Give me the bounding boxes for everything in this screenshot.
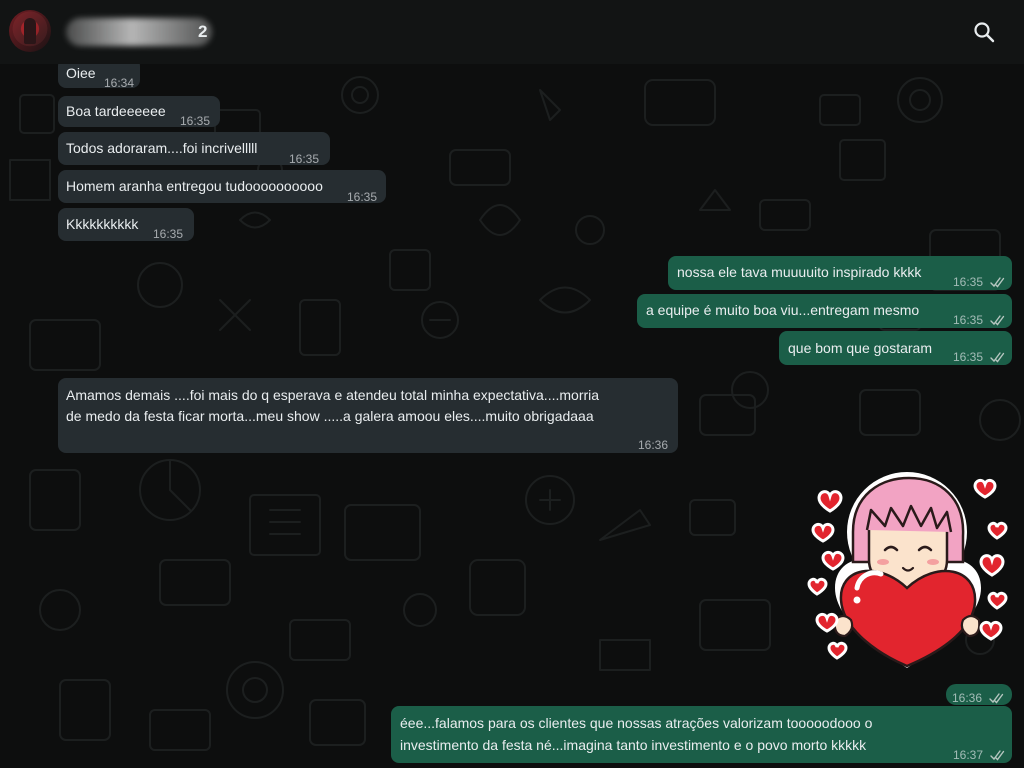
message-text-line-1: éee...falamos para os clientes que nossa… (400, 715, 873, 731)
message-text: nossa ele tava muuuuito inspirado kkkk (677, 264, 922, 280)
chat-header: 2 (0, 0, 1024, 64)
message-time-value: 16:36 (952, 691, 983, 705)
message-bubble-outgoing[interactable]: que bom que gostaram 16:35 (779, 331, 1012, 365)
message-time: 16:35 (953, 271, 1006, 293)
double-check-icon (990, 352, 1005, 363)
message-time-value: 16:35 (953, 350, 984, 364)
contact-name-suffix: 2 (198, 22, 208, 41)
message-bubble-incoming[interactable]: Kkkkkkkkkk 16:35 (58, 208, 194, 241)
sticker-time-pill: 16:36 (946, 684, 1012, 705)
message-text: Homem aranha entregou tudoooooooooo (66, 178, 323, 194)
search-icon (974, 22, 995, 43)
message-bubble-incoming[interactable]: Amamos demais ....foi mais do q esperava… (58, 378, 678, 453)
message-time: 16:35 (180, 114, 211, 128)
message-time: 16:35 (289, 152, 320, 166)
message-bubble-outgoing[interactable]: a equipe é muito boa viu...entregam mesm… (637, 294, 1012, 328)
search-button[interactable] (972, 20, 996, 44)
message-bubble-incoming[interactable]: Todos adoraram....foi incrivelllll 16:35 (58, 132, 330, 166)
message-time: 16:34 (104, 76, 135, 90)
double-check-icon (990, 315, 1005, 326)
double-check-icon (990, 750, 1005, 761)
girl-hugging-heart-sticker[interactable] (805, 470, 1017, 675)
contact-avatar[interactable] (9, 10, 51, 52)
double-check-icon (990, 277, 1005, 288)
message-time: 16:35 (953, 309, 1006, 331)
message-text-line-2: investimento da festa né...imagina tanto… (400, 737, 867, 753)
message-bubble-outgoing[interactable]: nossa ele tava muuuuito inspirado kkkk 1… (668, 256, 1012, 290)
contact-name-redacted[interactable] (66, 18, 212, 46)
message-text: Oiee (66, 65, 96, 81)
message-text-line-2: de medo da festa ficar morta...meu show … (66, 408, 594, 424)
message-time: 16:37 (953, 744, 1006, 766)
message-time-value: 16:37 (953, 748, 984, 762)
message-text: a equipe é muito boa viu...entregam mesm… (646, 302, 920, 318)
message-bubble-incoming[interactable]: Homem aranha entregou tudoooooooooo 16:3… (58, 170, 386, 204)
message-bubble-outgoing[interactable]: éee...falamos para os clientes que nossa… (391, 706, 1012, 763)
message-text: Kkkkkkkkkk (66, 216, 139, 232)
double-check-icon (989, 693, 1004, 704)
message-time: 16:35 (953, 346, 1006, 368)
message-text-line-1: Amamos demais ....foi mais do q esperava… (66, 387, 600, 403)
message-text: Todos adoraram....foi incrivelllll (66, 140, 258, 156)
message-time: 16:35 (347, 190, 378, 204)
message-text: Boa tardeeeeee (66, 103, 166, 119)
chat-window: 2 Oiee 16:34 Boa tardeeeeee 16:35 Todos … (0, 0, 1024, 768)
message-time: 16:36 (638, 438, 669, 452)
message-time-value: 16:35 (953, 313, 984, 327)
message-time-value: 16:35 (953, 275, 984, 289)
avatar-figure (24, 18, 36, 44)
message-bubble-incoming[interactable]: Boa tardeeeeee 16:35 (58, 96, 220, 128)
message-time: 16:35 (153, 227, 184, 241)
message-text: que bom que gostaram (788, 340, 932, 356)
